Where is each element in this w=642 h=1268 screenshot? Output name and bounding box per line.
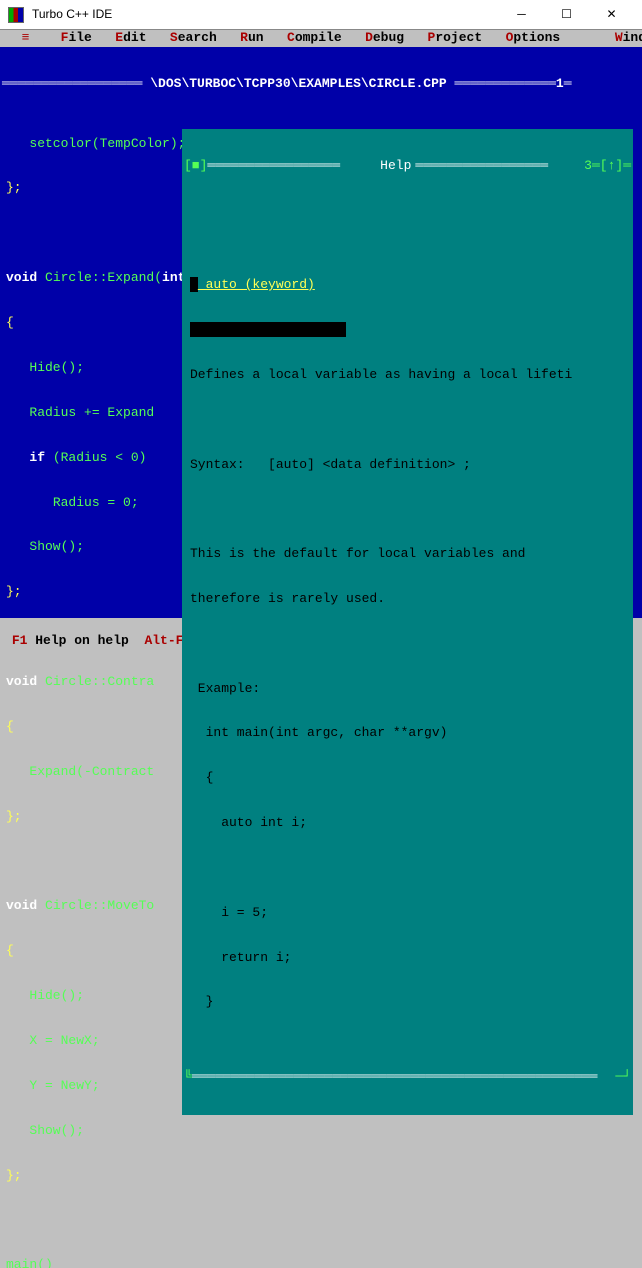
help-frame-bottom: ╚═══════════════════════════════════════… xyxy=(182,1070,633,1085)
help-title: Help xyxy=(376,159,415,174)
menu-window[interactable]: Window xyxy=(607,31,642,46)
editor-area[interactable]: ══════════════════ \DOS\TURBOC\TCPP30\EX… xyxy=(0,47,642,618)
editor-frame-top: ══════════════════ \DOS\TURBOC\TCPP30\EX… xyxy=(0,77,642,92)
menu-file[interactable]: File xyxy=(53,31,108,46)
help-up-arrow-icon[interactable]: ↑ xyxy=(608,159,616,174)
app-icon xyxy=(8,7,24,23)
window-number: 1 xyxy=(556,76,564,91)
menu-options[interactable]: Options xyxy=(498,31,607,46)
window-titlebar: Turbo C++ IDE ─ ☐ ✕ xyxy=(0,0,642,30)
window-controls: ─ ☐ ✕ xyxy=(499,1,634,29)
close-button[interactable]: ✕ xyxy=(589,1,634,29)
help-window-number: 3 xyxy=(584,159,592,174)
maximize-button[interactable]: ☐ xyxy=(544,1,589,29)
menu-project[interactable]: Project xyxy=(420,31,498,46)
window-title: Turbo C++ IDE xyxy=(32,8,499,22)
help-resize-icon[interactable]: ─┘ xyxy=(615,1070,631,1085)
help-topic: auto (keyword) xyxy=(198,277,315,292)
menu-compile[interactable]: Compile xyxy=(279,31,357,46)
menu-bar: ≡ File Edit Search Run Compile Debug Pro… xyxy=(0,30,642,47)
help-body: auto (keyword) Defines a local variable … xyxy=(182,204,633,1041)
help-frame-top: [■] ═════════════════ Help ═════════════… xyxy=(182,159,633,174)
help-window[interactable]: [■] ═════════════════ Help ═════════════… xyxy=(182,129,633,1115)
menu-debug[interactable]: Debug xyxy=(357,31,419,46)
help-close-icon[interactable]: [■] xyxy=(184,159,207,174)
menu-run[interactable]: Run xyxy=(232,31,279,46)
menu-edit[interactable]: Edit xyxy=(107,31,162,46)
minimize-button[interactable]: ─ xyxy=(499,1,544,29)
menu-sys[interactable]: ≡ xyxy=(6,31,53,46)
menu-search[interactable]: Search xyxy=(162,31,232,46)
